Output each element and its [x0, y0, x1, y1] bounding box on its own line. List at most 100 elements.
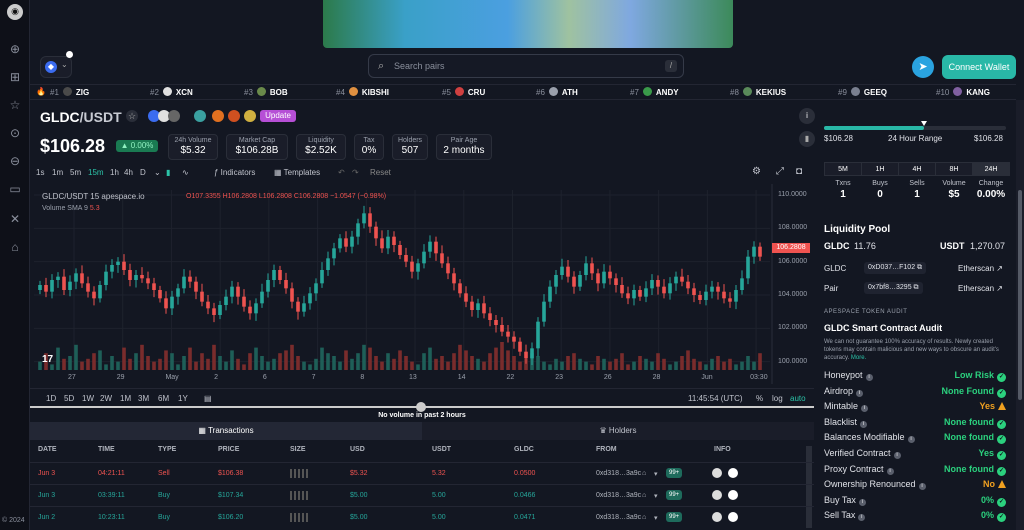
wallet-icon[interactable]	[712, 490, 722, 500]
drag-handle-icon[interactable]	[416, 402, 426, 412]
range-5d[interactable]: 5D	[64, 394, 74, 403]
percent-toggle[interactable]: %	[756, 394, 763, 403]
chart-link-icon[interactable]	[194, 110, 206, 122]
telegram-icon[interactable]: ➤	[912, 56, 934, 78]
upload-icon[interactable]: ⊙	[8, 126, 22, 140]
col-size[interactable]: SIZE	[290, 446, 306, 453]
timeframe-1s[interactable]: 1s	[36, 168, 44, 177]
trending-item[interactable]: #4 KIBSHI	[336, 87, 389, 97]
trending-item[interactable]: #7 ANDY	[630, 87, 679, 97]
col-type[interactable]: TYPE	[158, 446, 176, 453]
scroll-thumb[interactable]	[1018, 190, 1022, 400]
redo-icon[interactable]: ↷	[352, 168, 359, 177]
col-gldc[interactable]: GLDC	[514, 446, 534, 453]
etherscan-link[interactable]: Etherscan ↗	[958, 284, 1003, 293]
tab-holders[interactable]: ♛ Holders	[422, 422, 814, 440]
settings-icon[interactable]: ⚙	[752, 166, 761, 177]
timeframe-5m[interactable]: 5m	[70, 168, 81, 177]
chain-selector[interactable]: ◆ ⌄	[40, 51, 73, 78]
tx-count-badge[interactable]: 99+	[666, 490, 683, 500]
archive-icon[interactable]: ▭	[8, 182, 22, 196]
templates-button[interactable]: ▦ Templates	[274, 168, 320, 177]
trending-item[interactable]: #5 CRU	[442, 87, 485, 97]
dashboard-icon[interactable]: ⊞	[8, 70, 22, 84]
explorer-icon[interactable]	[728, 512, 738, 522]
from-address[interactable]: 0xd318…3a9c	[596, 514, 641, 521]
candle-type-icon[interactable]: ▮	[166, 168, 170, 177]
update-button[interactable]: Update	[260, 110, 296, 122]
trending-item[interactable]: #8 KEKIUS	[730, 87, 786, 97]
col-usdt[interactable]: USDT	[432, 446, 451, 453]
calendar-icon[interactable]: ▤	[204, 394, 212, 403]
range-6m[interactable]: 6M	[158, 394, 169, 403]
period-1h[interactable]: 1H	[861, 162, 899, 176]
period-4h[interactable]: 4H	[898, 162, 936, 176]
lock-icon[interactable]	[244, 110, 256, 122]
price-chart[interactable]: GLDC/USDT 15 apespace.io O107.3355 H106.…	[30, 184, 814, 384]
tools-icon[interactable]: ✕	[8, 212, 22, 226]
info-icon[interactable]: i	[799, 108, 815, 124]
timeframe-1h[interactable]: 1h	[110, 168, 119, 177]
col-date[interactable]: DATE	[38, 446, 57, 453]
timeframe-d[interactable]: D	[140, 168, 146, 177]
range-1w[interactable]: 1W	[82, 394, 94, 403]
ad-banner[interactable]	[323, 0, 733, 48]
gldc-address[interactable]: 0xD037…F102 ⧉	[864, 262, 927, 274]
period-5m[interactable]: 5M	[824, 162, 862, 176]
trending-item[interactable]: #10 KANG	[936, 87, 990, 97]
reset-button[interactable]: Reset	[370, 168, 391, 177]
star-icon[interactable]: ☆	[126, 110, 138, 122]
wallet-icon[interactable]	[712, 512, 722, 522]
col-info[interactable]: INFO	[714, 446, 731, 453]
panel-divider[interactable]: No volume in past 2 hours	[30, 402, 814, 420]
line-type-icon[interactable]: ∿	[182, 168, 189, 177]
timeframe-15m[interactable]: 15m	[88, 168, 104, 177]
col-from[interactable]: FROM	[596, 446, 617, 453]
range-1d[interactable]: 1D	[46, 394, 56, 403]
wallet-icon[interactable]	[712, 468, 722, 478]
tx-count-badge[interactable]: 99+	[666, 468, 683, 478]
range-1y[interactable]: 1Y	[178, 394, 188, 403]
chart-canvas[interactable]	[30, 184, 814, 384]
fox-icon[interactable]	[212, 110, 224, 122]
connect-wallet-button[interactable]: Connect Wallet	[942, 55, 1016, 79]
right-scrollbar[interactable]	[1016, 100, 1024, 530]
range-2w[interactable]: 2W	[100, 394, 112, 403]
trending-item[interactable]: #1 ZIG	[50, 87, 89, 97]
auto-toggle[interactable]: auto	[790, 394, 806, 403]
col-usd[interactable]: USD	[350, 446, 365, 453]
filter-icon[interactable]: ▾	[654, 492, 658, 500]
from-address[interactable]: 0xd318…3a9c	[596, 470, 641, 477]
timeframe-1m[interactable]: 1m	[52, 168, 63, 177]
filter-icon[interactable]: ▾	[654, 470, 658, 478]
trending-item[interactable]: #3 BOB	[244, 87, 288, 97]
range-1m[interactable]: 1M	[120, 394, 131, 403]
explorer-icon[interactable]	[728, 490, 738, 500]
table-row[interactable]: Jun 3 04:21:11 Sell $106.38 $5.32 5.32 0…	[30, 462, 814, 484]
star-icon[interactable]: ☆	[8, 98, 22, 112]
undo-icon[interactable]: ↶	[338, 168, 345, 177]
timeframe-4h[interactable]: 4h	[124, 168, 133, 177]
period-24h[interactable]: 24H	[972, 162, 1010, 176]
tradingview-logo-icon[interactable]: 17	[42, 354, 53, 365]
graduation-icon[interactable]: ⌂	[8, 240, 22, 254]
chevron-down-icon[interactable]: ⌄	[154, 168, 161, 177]
trending-item[interactable]: #6 ATH	[536, 87, 578, 97]
indicators-button[interactable]: ƒ Indicators	[214, 168, 255, 177]
log-toggle[interactable]: log	[772, 394, 783, 403]
etherscan-link[interactable]: Etherscan ↗	[958, 264, 1003, 273]
from-address[interactable]: 0xd318…3a9c	[596, 492, 641, 499]
fullscreen-icon[interactable]: ⤢	[776, 166, 784, 177]
explorer-icon[interactable]	[728, 468, 738, 478]
pair-address[interactable]: 0x7bf8…3295 ⧉	[864, 282, 923, 294]
coin-icon[interactable]	[228, 110, 240, 122]
period-8h[interactable]: 8H	[935, 162, 973, 176]
camera-icon[interactable]: ◘	[796, 166, 802, 177]
range-3m[interactable]: 3M	[138, 394, 149, 403]
filter-icon[interactable]: ▾	[654, 514, 658, 522]
more-link[interactable]: More.	[851, 355, 866, 361]
col-time[interactable]: TIME	[98, 446, 115, 453]
tab-transactions[interactable]: ▦ Transactions	[30, 422, 422, 440]
table-row[interactable]: Jun 2 10:23:11 Buy $106.20 $5.00 5.00 0.…	[30, 506, 814, 528]
download-icon[interactable]: ⊖	[8, 154, 22, 168]
